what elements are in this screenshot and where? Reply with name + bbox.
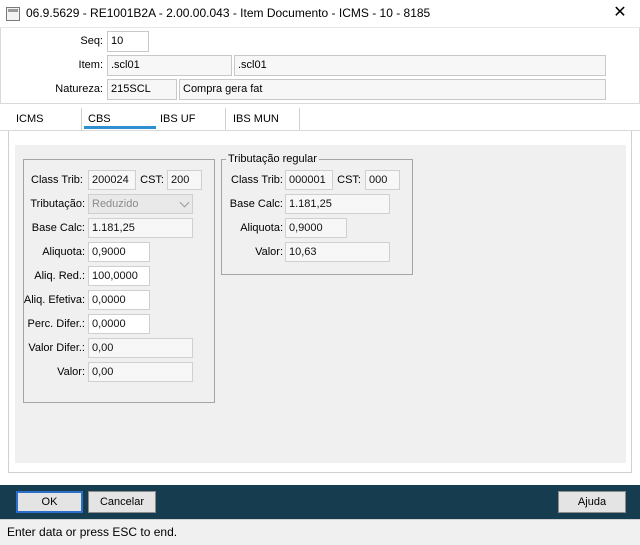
natureza-description-field[interactable]: Compra gera fat [179,79,606,100]
item-code-field[interactable]: .scl01 [107,55,232,76]
header-fields-panel: Seq: 10 Item: .scl01 .scl01 Natureza: 21… [0,28,640,104]
button-bar: OK Cancelar Ajuda [0,485,640,519]
base-calc-label: Base Calc: [31,222,85,234]
valor-field[interactable]: 0,00 [88,362,193,382]
regular-base-calc-field[interactable]: 1.181,25 [285,194,390,214]
regular-aliquota-label: Aliquota: [240,222,283,234]
regular-aliquota-field[interactable]: 0,9000 [285,218,347,238]
tab-icms[interactable]: ICMS [12,108,82,130]
tab-ibs-mun[interactable]: IBS MUN [229,108,300,130]
aliq-red-field[interactable]: 100,0000 [88,266,150,286]
aliquota-field[interactable]: 0,9000 [88,242,150,262]
regular-valor-label: Valor: [255,246,283,258]
seq-field[interactable]: 10 [107,31,149,52]
aliq-efetiva-label: Aliq. Efetiva: [23,294,85,306]
chevron-down-icon [179,197,190,208]
class-trib-label: Class Trib: [31,174,83,186]
cst-field[interactable]: 200 [167,170,202,190]
regular-valor-field[interactable]: 10,63 [285,242,390,262]
seq-label: Seq: [80,35,103,47]
title-bar: 06.9.5629 - RE1001B2A - 2.00.00.043 - It… [0,0,640,28]
cst-label: CST: [140,174,164,186]
regular-class-trib-label: Class Trib: [231,174,283,186]
cbs-tab-content: Class Trib: 200024 CST: 200 Tributação: … [15,145,626,463]
window-title: 06.9.5629 - RE1001B2A - 2.00.00.043 - It… [26,6,431,20]
help-button[interactable]: Ajuda [558,491,626,513]
item-description-field[interactable]: .scl01 [234,55,606,76]
regular-cst-label: CST: [337,174,361,186]
base-calc-field[interactable]: 1.181,25 [88,218,193,238]
tributacao-regular-title: Tributação regular [226,153,319,165]
regular-base-calc-label: Base Calc: [229,198,283,210]
perc-difer-field[interactable]: 0,0000 [88,314,150,334]
tributacao-label: Tributação: [30,198,85,210]
valor-difer-label: Valor Difer.: [28,342,85,354]
regular-class-trib-field[interactable]: 000001 [285,170,333,190]
valor-label: Valor: [57,366,85,378]
tributacao-select[interactable]: Reduzido [88,194,193,214]
close-icon[interactable]: ✕ [600,0,640,28]
item-label: Item: [78,59,103,71]
aliquota-label: Aliquota: [42,246,85,258]
tab-ibs-uf[interactable]: IBS UF [156,108,226,130]
app-window-icon [6,7,20,21]
status-bar: Enter data or press ESC to end. [0,519,640,545]
aliq-red-label: Aliq. Red.: [34,270,85,282]
cancel-button[interactable]: Cancelar [88,491,156,513]
status-text: Enter data or press ESC to end. [7,525,178,539]
tributacao-select-value: Reduzido [92,198,139,210]
natureza-code-field[interactable]: 215SCL [107,79,177,100]
natureza-label: Natureza: [55,83,103,95]
ok-button[interactable]: OK [16,491,83,513]
active-tab-indicator [84,126,156,129]
perc-difer-label: Perc. Difer.: [27,318,85,330]
class-trib-field[interactable]: 200024 [88,170,136,190]
valor-difer-field[interactable]: 0,00 [88,338,193,358]
aliq-efetiva-field[interactable]: 0,0000 [88,290,150,310]
regular-cst-field[interactable]: 000 [365,170,400,190]
